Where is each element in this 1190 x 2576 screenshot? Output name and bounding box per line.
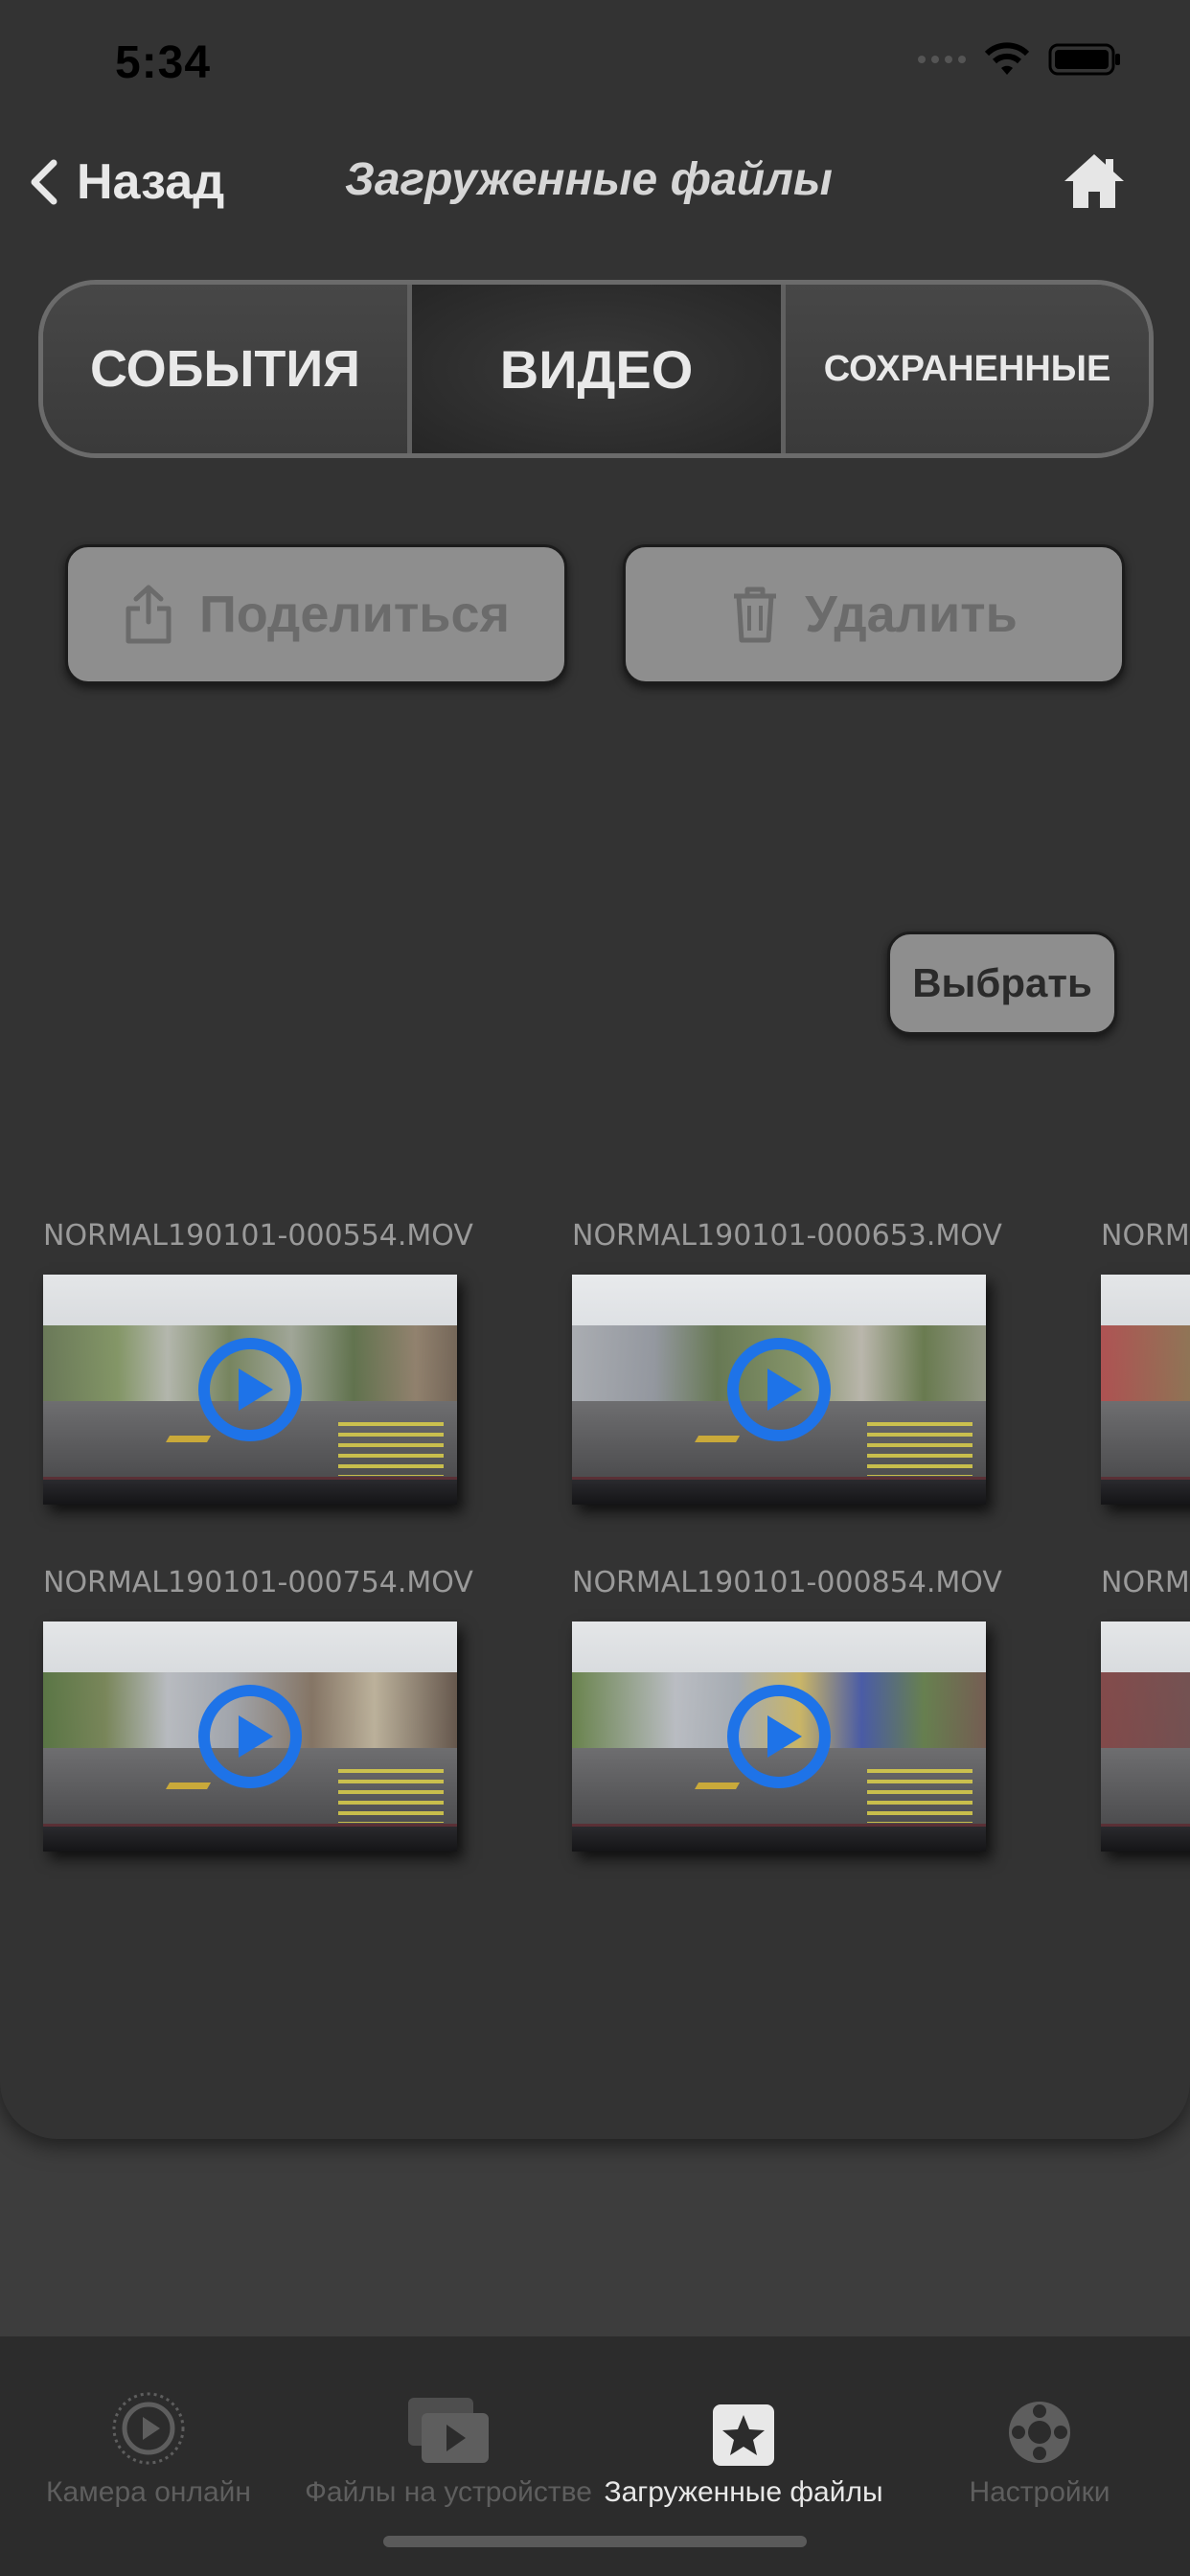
play-icon (727, 1338, 831, 1441)
video-thumbnail[interactable] (43, 1275, 457, 1505)
home-button[interactable] (1062, 151, 1127, 216)
status-time: 5:34 (115, 37, 212, 88)
chevron-left-icon (31, 159, 57, 205)
video-thumbnail[interactable] (1101, 1622, 1190, 1852)
settings-wheel-icon (1009, 2402, 1070, 2463)
video-thumbnail[interactable] (1101, 1275, 1190, 1505)
video-thumbnail[interactable] (572, 1622, 986, 1852)
select-button[interactable]: Выбрать (887, 932, 1117, 1035)
status-icons (918, 42, 1123, 77)
page-title: Загруженные файлы (345, 154, 833, 205)
star-icon (713, 2404, 774, 2466)
delete-label: Удалить (805, 586, 1018, 643)
video-thumbnail[interactable] (43, 1622, 457, 1852)
tabbar-item-downloaded-files[interactable]: Загруженные файлы (600, 2336, 887, 2509)
wifi-icon (984, 42, 1030, 75)
file-name: NORMAL190101-000854.MOV (572, 1566, 1002, 1599)
tabbar-item-device-files[interactable]: Файлы на устройстве (305, 2336, 592, 2509)
file-name: NORM (1101, 1219, 1190, 1253)
tabbar-item-camera-online[interactable]: Камера онлайн (29, 2336, 268, 2509)
back-label: Назад (77, 154, 225, 210)
tab-label: Загруженные файлы (604, 2476, 883, 2508)
tab-saved[interactable]: СОХРАНЕННЫЕ (786, 285, 1149, 453)
play-circle-icon (112, 2392, 185, 2465)
home-indicator (383, 2536, 807, 2547)
share-label: Поделиться (198, 586, 511, 643)
share-button[interactable]: Поделиться (65, 544, 567, 684)
back-button[interactable]: Назад (29, 153, 224, 211)
file-name: NORMAL190101-000754.MOV (43, 1566, 473, 1599)
signal-icon (918, 56, 966, 63)
battery-icon (1048, 43, 1120, 76)
file-name: NORMAL190101-000653.MOV (572, 1219, 1002, 1253)
play-icon (727, 1685, 831, 1788)
file-name: NORMAL190101-000554.MOV (43, 1219, 473, 1253)
tab-label: Файлы на устройстве (305, 2476, 592, 2508)
trash-icon (734, 586, 777, 643)
tab-video[interactable]: ВИДЕО (412, 285, 786, 453)
play-icon (198, 1338, 302, 1441)
play-icon (198, 1685, 302, 1788)
main-card: 5:34 Назад Загруженные файлы СОБЫТИЯ ВИД… (0, 0, 1190, 2139)
home-icon (1064, 154, 1124, 208)
tab-events[interactable]: СОБЫТИЯ (43, 285, 412, 453)
tab-label: Камера онлайн (46, 2476, 251, 2508)
tabbar-item-settings[interactable]: Настройки (920, 2336, 1159, 2509)
tab-label: Настройки (969, 2476, 1110, 2508)
segmented-control: СОБЫТИЯ ВИДЕО СОХРАНЕННЫЕ (38, 280, 1154, 458)
file-name: NORM (1101, 1566, 1190, 1599)
video-thumbnail[interactable] (572, 1275, 986, 1505)
share-icon (126, 585, 172, 644)
delete-button[interactable]: Удалить (623, 544, 1125, 684)
video-files-icon (408, 2398, 489, 2463)
